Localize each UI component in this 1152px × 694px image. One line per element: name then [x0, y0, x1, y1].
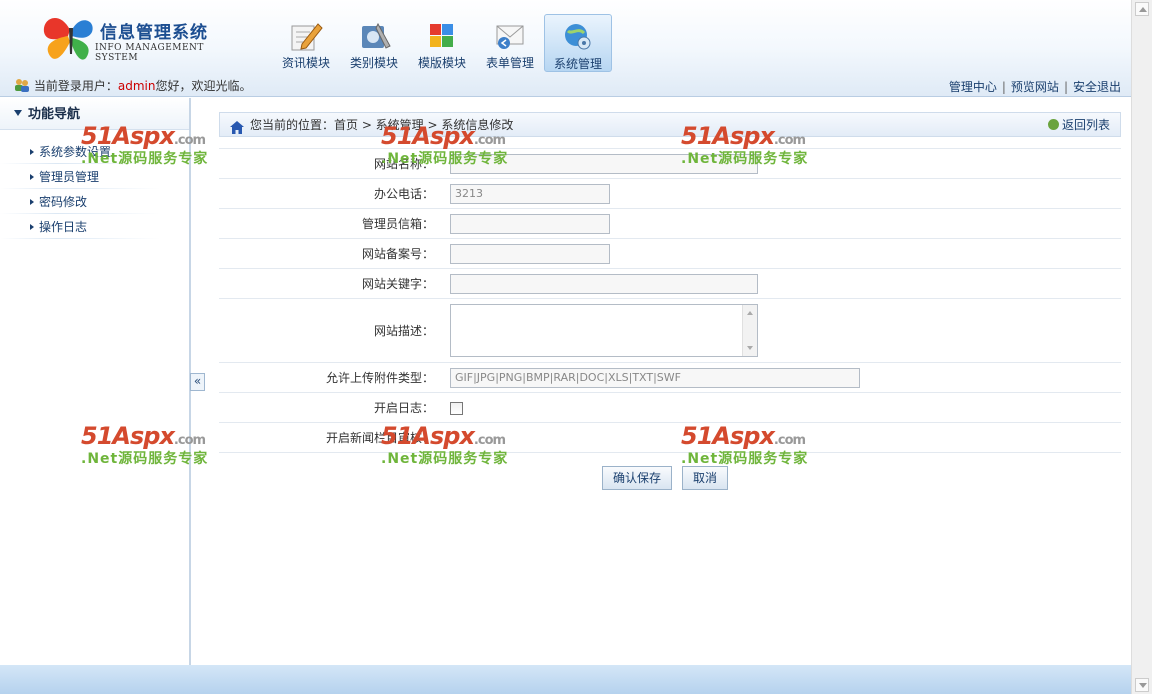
- phone-input[interactable]: [450, 183, 610, 204]
- nav-category-module[interactable]: 类别模块: [340, 14, 408, 72]
- nav-label: 类别模块: [349, 56, 398, 70]
- link-logout[interactable]: 安全退出: [1073, 80, 1121, 94]
- sidebar-item-admin-manage[interactable]: 管理员管理: [0, 165, 189, 190]
- scroll-up-icon[interactable]: [1135, 2, 1149, 16]
- scroll-up-icon: [747, 311, 753, 315]
- keywords-label: 网站关键字：: [219, 268, 440, 299]
- breadcrumb: 您当前的位置：首页 > 系统管理 > 系统信息修改 返回列表: [219, 112, 1121, 137]
- top-nav: 资讯模块 类别模块 模版模块 表单管理 系统管理: [272, 14, 612, 74]
- login-username: admin: [117, 79, 156, 93]
- form-row: 网站描述：: [219, 298, 1121, 363]
- form-row: 管理员信箱：: [219, 208, 1121, 239]
- log-checkbox[interactable]: [450, 401, 463, 415]
- breadcrumb-text: 您当前的位置：首页 > 系统管理 > 系统信息修改: [250, 118, 514, 132]
- login-info: 当前登录用户：admin您好，欢迎光临。: [14, 77, 251, 94]
- phone-label: 办公电话：: [219, 178, 440, 209]
- tools-icon: [356, 20, 392, 52]
- back-label: 返回列表: [1061, 118, 1110, 132]
- divider: |: [1001, 80, 1006, 94]
- home-icon: [230, 118, 244, 134]
- nav-template-module[interactable]: 模版模块: [408, 14, 476, 72]
- nav-label: 资讯模块: [281, 56, 330, 70]
- main-content: 您当前的位置：首页 > 系统管理 > 系统信息修改 返回列表 网站名称： 办公电…: [219, 112, 1121, 453]
- sidebar-item-password[interactable]: 密码修改: [0, 190, 189, 215]
- sidebar-item-operation-log[interactable]: 操作日志: [0, 215, 189, 240]
- sidebar: 功能导航 系统参数设置 管理员管理 密码修改 操作日志: [0, 98, 191, 665]
- nav-label: 系统管理: [553, 57, 602, 71]
- divider: |: [1063, 80, 1068, 94]
- sidebar-item-label: 管理员管理: [39, 170, 100, 184]
- form-row: 网站备案号：: [219, 238, 1121, 269]
- login-greeting: 您好，欢迎光临。: [155, 79, 252, 93]
- form-row: 开启新闻栏目审核：: [219, 422, 1121, 453]
- link-preview-site[interactable]: 预览网站: [1011, 80, 1059, 94]
- news-review-label: 开启新闻栏目审核：: [219, 422, 440, 453]
- collapse-sidebar-button[interactable]: «: [190, 373, 205, 391]
- system-subtitle: INFO MANAGEMENT SYSTEM: [95, 43, 204, 63]
- back-arrow-icon: [1047, 119, 1059, 130]
- news-review-value: [440, 422, 1121, 453]
- form-row: 办公电话：: [219, 178, 1121, 209]
- sidebar-item-system-params[interactable]: 系统参数设置: [0, 140, 189, 165]
- logo: 信息管理系统 INFO MANAGEMENT SYSTEM: [40, 10, 250, 66]
- form-row: 允许上传附件类型：: [219, 362, 1121, 393]
- triangle-right-icon: [30, 174, 34, 180]
- icp-label: 网站备案号：: [219, 238, 440, 269]
- sidebar-item-label: 密码修改: [39, 195, 88, 209]
- upload-types-label: 允许上传附件类型：: [219, 362, 440, 393]
- butterfly-logo-icon: [43, 17, 93, 60]
- form-row: 开启日志：: [219, 392, 1121, 423]
- system-info-form: 网站名称： 办公电话： 管理员信箱： 网站备案号： 网站关键字： 网站描述： 允…: [219, 148, 1121, 453]
- sidebar-title-text: 功能导航: [28, 107, 81, 122]
- top-links: 管理中心 | 预览网站 | 安全退出: [949, 78, 1121, 95]
- nav-form-manage[interactable]: 表单管理: [476, 14, 544, 72]
- nav-system-manage[interactable]: 系统管理: [544, 14, 612, 72]
- triangle-right-icon: [30, 199, 34, 205]
- sidebar-menu: 系统参数设置 管理员管理 密码修改 操作日志: [0, 130, 189, 240]
- sidebar-title: 功能导航: [0, 98, 189, 130]
- mail-icon: [492, 20, 528, 52]
- triangle-down-icon: [14, 110, 22, 116]
- scroll-down-icon: [747, 346, 753, 350]
- back-to-list-link[interactable]: 返回列表: [1047, 113, 1110, 138]
- link-admin-center[interactable]: 管理中心: [949, 80, 997, 94]
- sidebar-item-label: 操作日志: [39, 220, 88, 234]
- users-icon: [14, 78, 30, 92]
- log-label: 开启日志：: [219, 392, 440, 423]
- textarea-scrollbar[interactable]: [742, 305, 757, 356]
- nav-label: 模版模块: [417, 56, 466, 70]
- triangle-right-icon: [30, 224, 34, 230]
- site-name-input[interactable]: [450, 153, 758, 174]
- form-row: 网站名称：: [219, 148, 1121, 179]
- cancel-button[interactable]: 取消: [682, 466, 729, 490]
- header: 信息管理系统 INFO MANAGEMENT SYSTEM 资讯模块 类别模块 …: [0, 0, 1131, 97]
- form-row: 网站关键字：: [219, 268, 1121, 299]
- footer-bar: [0, 665, 1131, 694]
- sidebar-item-label: 系统参数设置: [39, 145, 112, 159]
- description-textarea[interactable]: [450, 304, 758, 357]
- nav-news-module[interactable]: 资讯模块: [272, 14, 340, 72]
- email-label: 管理员信箱：: [219, 208, 440, 239]
- scroll-down-icon[interactable]: [1135, 678, 1149, 692]
- save-button[interactable]: 确认保存: [602, 466, 673, 490]
- site-name-label: 网站名称：: [219, 148, 440, 179]
- email-input[interactable]: [450, 213, 610, 234]
- login-prefix: 当前登录用户：: [33, 79, 118, 93]
- form-buttons: 确认保存 取消: [602, 466, 738, 490]
- triangle-right-icon: [30, 149, 34, 155]
- pencil-document-icon: [288, 20, 324, 52]
- system-title: 信息管理系统: [100, 23, 208, 43]
- page-scrollbar[interactable]: [1131, 0, 1152, 694]
- keywords-input[interactable]: [450, 273, 758, 294]
- icp-input[interactable]: [450, 243, 610, 264]
- nav-label: 表单管理: [485, 56, 534, 70]
- globe-gear-icon: [560, 21, 596, 53]
- upload-types-input[interactable]: [450, 367, 860, 388]
- puzzle-icon: [424, 20, 460, 52]
- description-label: 网站描述：: [219, 298, 440, 363]
